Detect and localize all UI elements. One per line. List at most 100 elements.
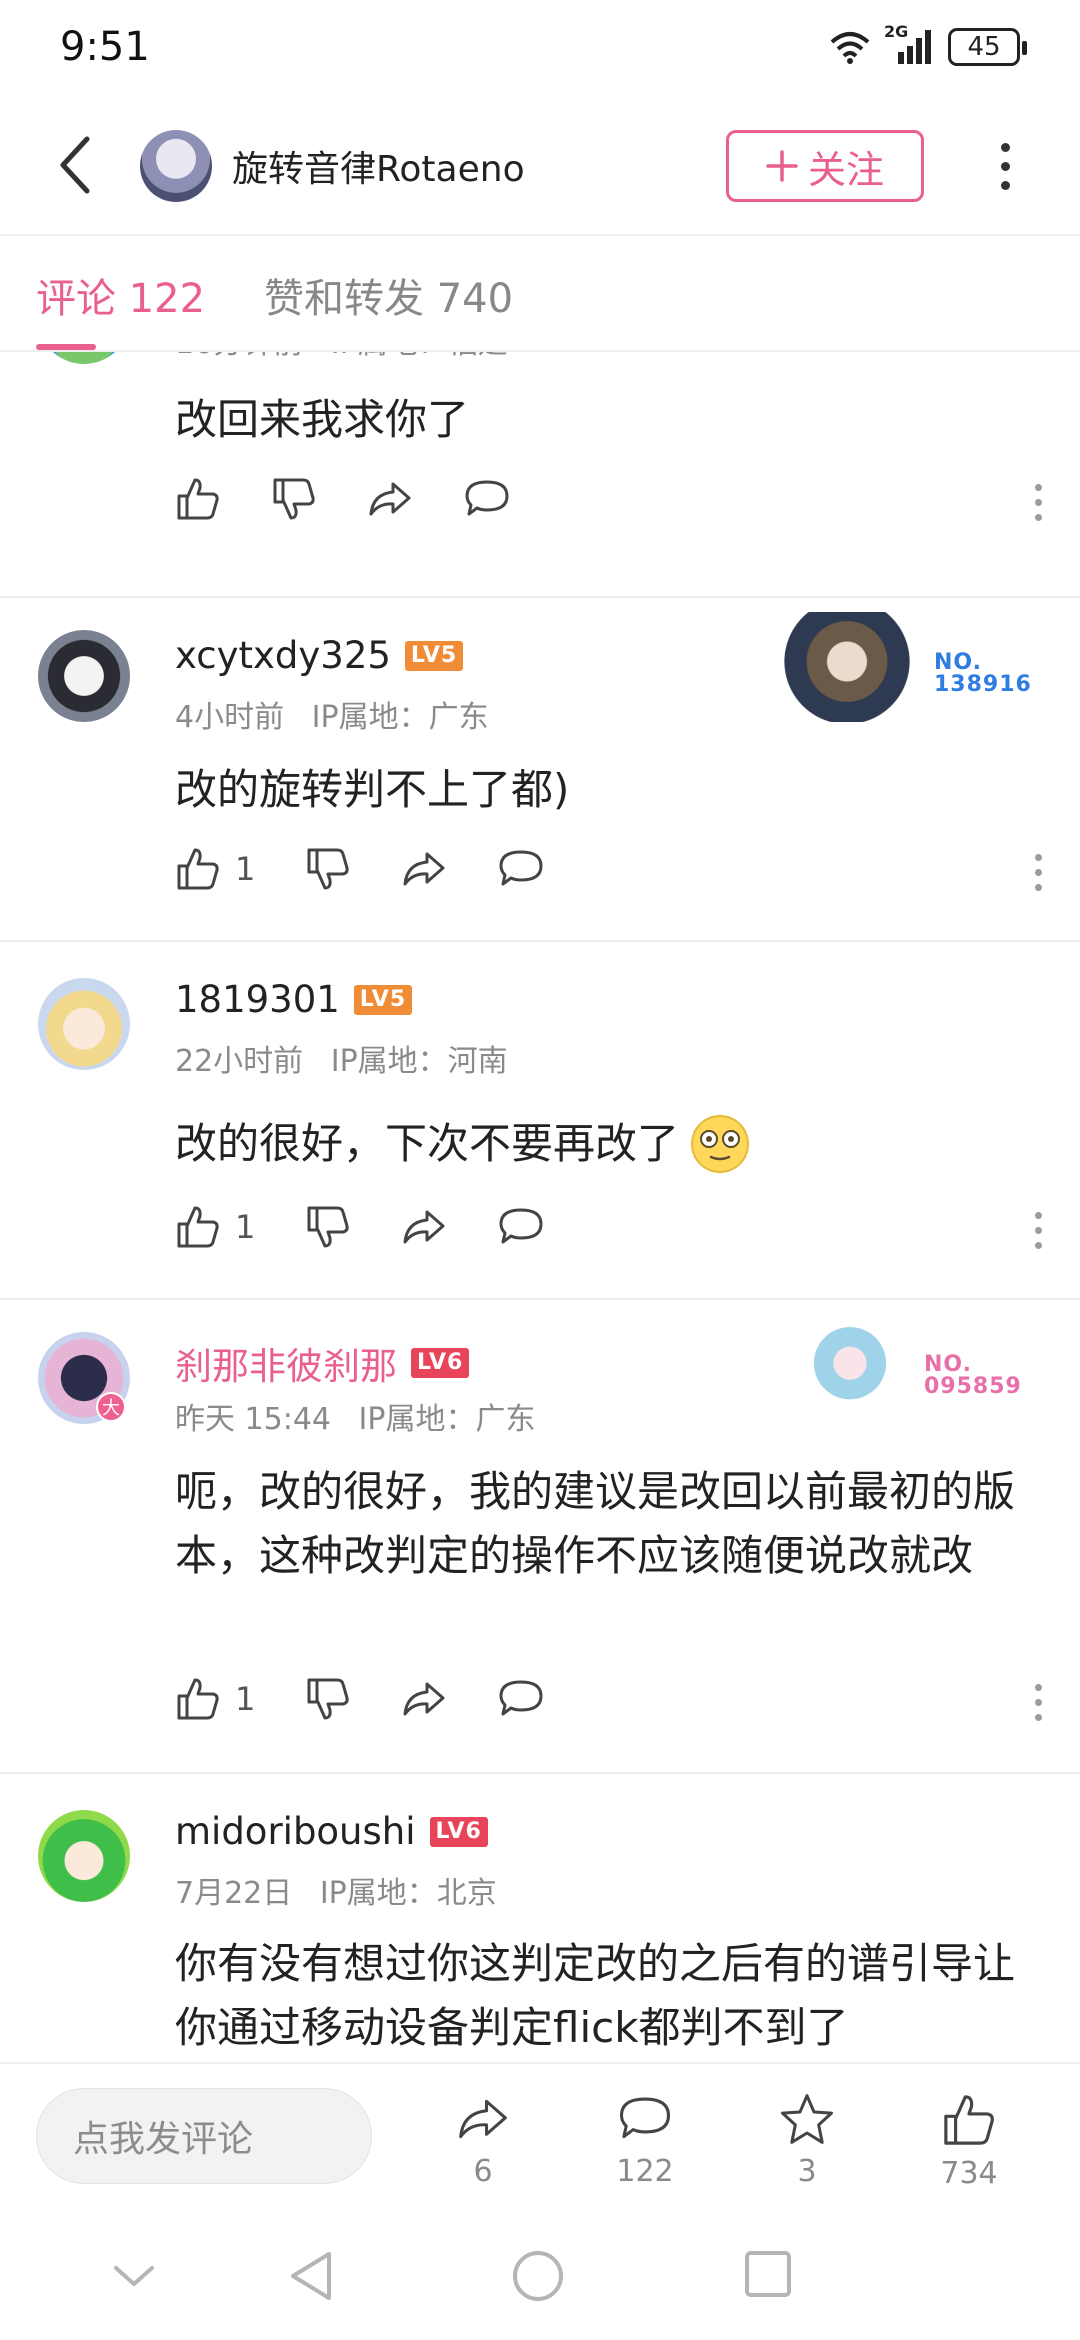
- comment-more-button[interactable]: [1035, 1212, 1042, 1249]
- comment-username[interactable]: 刹那非彼刹那 LV6: [175, 1336, 470, 1390]
- thumbs-down-icon: [307, 1678, 350, 1720]
- profile-decoration-number: NO. 138916: [934, 650, 1032, 697]
- like-count: 1: [235, 1680, 256, 1718]
- share-button[interactable]: [367, 476, 413, 522]
- chevron-down-icon: [114, 2266, 154, 2286]
- username-text: midoriboushi: [175, 1810, 416, 1853]
- comment-input[interactable]: 点我发评论: [36, 2088, 372, 2184]
- level-badge: LV5: [353, 984, 413, 1015]
- comment-actions: [175, 476, 561, 522]
- comment-username[interactable]: 1819301 LV5: [175, 978, 413, 1021]
- comment-time: 昨天 15:44: [175, 1402, 331, 1437]
- share-button[interactable]: [401, 1204, 447, 1250]
- reply-button[interactable]: [497, 1204, 545, 1250]
- favorite-button[interactable]: 3: [752, 2092, 862, 2189]
- user-avatar[interactable]: [38, 352, 130, 364]
- back-button[interactable]: [40, 130, 110, 200]
- follow-label: 关注: [807, 147, 884, 192]
- account-name[interactable]: 旋转音律Rotaeno: [232, 140, 525, 192]
- comment-meta: 16分钟前 IP属地：福建: [175, 352, 508, 362]
- like-button[interactable]: 1: [175, 1204, 255, 1250]
- reply-button[interactable]: [463, 476, 511, 522]
- network-label: 2G: [884, 22, 909, 41]
- share-post-button[interactable]: 6: [428, 2092, 538, 2189]
- thumbs-down-icon: [307, 1206, 350, 1248]
- comment-ip: IP属地：福建: [331, 352, 508, 361]
- nav-back-button[interactable]: [285, 2248, 337, 2308]
- comment-list[interactable]: 大 16分钟前 IP属地：福建 改回来我求你了 xcytxdy325: [0, 352, 1080, 2062]
- share-button[interactable]: [401, 1676, 447, 1722]
- username-text: xcytxdy325: [175, 634, 391, 677]
- system-navigation-bar: [0, 2210, 1080, 2340]
- reply-button[interactable]: [497, 1676, 545, 1722]
- more-dot: [1000, 180, 1010, 190]
- level-badge: LV6: [429, 1816, 488, 1847]
- more-menu-button[interactable]: [985, 130, 1025, 202]
- comment-username[interactable]: xcytxdy325 LV5: [175, 634, 464, 677]
- comment-time: 4小时前: [175, 700, 285, 735]
- nav-collapse-button[interactable]: [110, 2260, 158, 2294]
- comment-username[interactable]: midoriboushi LV6: [175, 1810, 488, 1853]
- dislike-button[interactable]: [271, 476, 317, 522]
- dislike-button[interactable]: [305, 1204, 351, 1250]
- share-icon: [403, 1682, 445, 1716]
- tab-comments[interactable]: 评论 122: [36, 266, 205, 324]
- battery-icon: 45: [948, 28, 1027, 66]
- like-count: 1: [235, 850, 256, 888]
- comment-item: 大 刹那非彼刹那 LV6 昨天 15:44 IP属地：广东 NO. 095859…: [0, 1300, 1080, 1774]
- like-button[interactable]: 1: [175, 846, 255, 892]
- comment-text: 改回来我求你了: [175, 395, 470, 444]
- comments-button[interactable]: 122: [590, 2092, 700, 2189]
- comment-time: 22小时前: [175, 1044, 304, 1079]
- header: 旋转音律Rotaeno 关注: [0, 100, 1080, 234]
- triangle-back-icon: [291, 2252, 331, 2300]
- reply-button[interactable]: [497, 846, 545, 892]
- comment-more-button[interactable]: [1035, 1684, 1042, 1721]
- thumbs-up-icon: [177, 1206, 219, 1248]
- nav-recents-button[interactable]: [742, 2248, 794, 2304]
- comment-meta: 22小时前 IP属地：河南: [175, 1036, 508, 1080]
- share-icon: [369, 482, 411, 516]
- comment-ip: IP属地：河南: [330, 1044, 508, 1079]
- level-badge: LV6: [411, 1348, 470, 1378]
- account-avatar[interactable]: [140, 130, 212, 202]
- dislike-button[interactable]: [305, 1676, 351, 1722]
- chat-bubble-icon: [619, 2097, 671, 2139]
- nav-home-button[interactable]: [510, 2248, 566, 2308]
- share-count: 6: [473, 2154, 493, 2189]
- dislike-button[interactable]: [305, 846, 351, 892]
- like-button[interactable]: [175, 476, 221, 522]
- follow-button[interactable]: 关注: [726, 130, 924, 202]
- comment-actions: 1: [175, 846, 595, 892]
- username-text: 1819301: [175, 978, 340, 1021]
- comment-count: 122: [616, 2154, 674, 2189]
- comment-time: 16分钟前: [175, 352, 303, 361]
- user-avatar[interactable]: [38, 978, 130, 1070]
- profile-decoration-image: [812, 1320, 888, 1416]
- like-button[interactable]: 1: [175, 1676, 255, 1722]
- username-text: 刹那非彼刹那: [175, 1345, 397, 1388]
- comment-time: 7月22日: [175, 1876, 293, 1911]
- thumbs-up-icon: [177, 478, 219, 520]
- comment-item: xcytxdy325 LV5 4小时前 IP属地：广东 NO. 138916 改…: [0, 598, 1080, 942]
- chat-bubble-icon: [499, 1680, 543, 1716]
- like-count: 734: [940, 2156, 998, 2191]
- comment-actions: 1: [175, 1676, 595, 1722]
- share-button[interactable]: [401, 846, 447, 892]
- like-count: 1: [235, 1208, 256, 1246]
- comment-ip: IP属地：北京: [319, 1876, 497, 1911]
- wifi-icon: [830, 32, 870, 64]
- tab-likes-reposts[interactable]: 赞和转发 740: [264, 266, 513, 324]
- thumbs-up-icon: [944, 2095, 994, 2145]
- comment-ip: IP属地：广东: [311, 700, 489, 735]
- user-avatar[interactable]: [38, 1810, 130, 1902]
- comment-text: 呃，改的很好，我的建议是改回以前最初的版本，这种改判定的操作不应该随便说改就改: [175, 1467, 1016, 1580]
- vip-badge: 大: [96, 1392, 126, 1422]
- comment-item: midoriboushi LV6 7月22日 IP属地：北京 你有没有想过你这判…: [0, 1774, 1080, 2062]
- tab-active-indicator: [36, 344, 96, 350]
- comment-more-button[interactable]: [1035, 484, 1042, 521]
- comment-more-button[interactable]: [1035, 854, 1042, 891]
- user-avatar[interactable]: [38, 630, 130, 722]
- comment-content: 改的很好，下次不要再改了: [175, 1112, 1045, 1176]
- like-post-button[interactable]: 734: [914, 2092, 1024, 2191]
